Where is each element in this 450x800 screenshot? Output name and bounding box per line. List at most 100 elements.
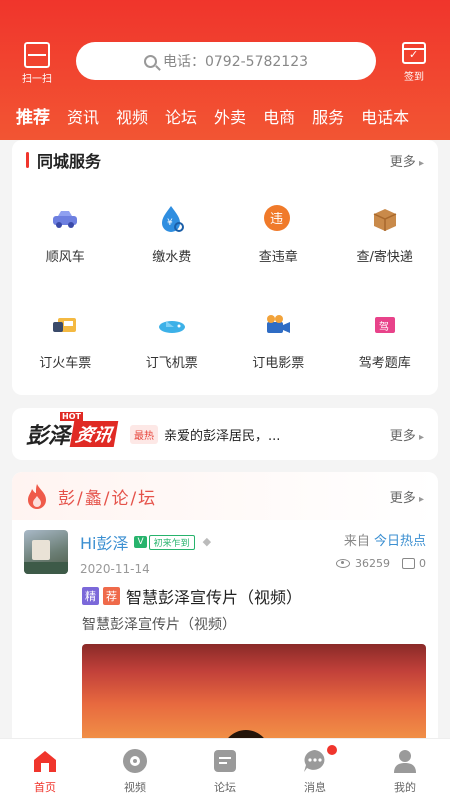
view-count: 36259 xyxy=(355,557,390,570)
checkin-label: 签到 xyxy=(404,72,424,83)
checkin-button[interactable]: 签到 xyxy=(392,42,436,83)
tabbar-label: 视频 xyxy=(124,781,146,794)
tabbar-video[interactable]: 视频 xyxy=(90,739,180,800)
scan-button[interactable]: 扫一扫 xyxy=(14,42,60,86)
tabbar-messages[interactable]: 消息 xyxy=(270,739,360,800)
service-water-bill[interactable]: ¥ 缴水费 xyxy=(119,180,226,286)
service-flight[interactable]: 订飞机票 xyxy=(119,286,226,392)
post-title[interactable]: 智慧彭泽宣传片（视频） xyxy=(126,584,302,608)
video-icon xyxy=(121,747,149,775)
forum-card: 彭/蠡/论/坛 更多 Hi彭泽 V 初来乍到 ◆ 2020-11-14 来自 今… xyxy=(12,472,438,742)
tabbar-label: 我的 xyxy=(394,781,416,794)
search-bar[interactable]: 电话：0792-5782123 xyxy=(76,42,376,80)
more-link[interactable]: 更多 xyxy=(390,151,424,170)
tabbar-profile[interactable]: 我的 xyxy=(360,739,450,800)
hottest-tag: 最热 xyxy=(130,424,159,444)
post-source: 来自 今日热点 xyxy=(336,530,426,549)
header: 扫一扫 电话：0792-5782123 签到 推荐 资讯 视频 论坛 外卖 电商… xyxy=(0,0,450,140)
service-express[interactable]: 查/寄快递 xyxy=(332,180,439,286)
more-link[interactable]: 更多 xyxy=(390,487,424,506)
svg-text:¥: ¥ xyxy=(167,218,173,228)
post-username[interactable]: Hi彭泽 xyxy=(80,530,128,554)
news-headline[interactable]: 亲爱的彭泽居民，... xyxy=(164,425,304,444)
forum-title: 彭/蠡/论/坛 xyxy=(58,488,158,509)
movie-camera-icon xyxy=(261,308,295,342)
tab-forum[interactable]: 论坛 xyxy=(165,100,197,136)
source-prefix: 来自 xyxy=(343,534,370,549)
tab-phonebook[interactable]: 电话本 xyxy=(361,100,409,136)
tab-services[interactable]: 服务 xyxy=(312,100,344,136)
comment-count: 0 xyxy=(419,557,426,570)
post-date: 2020-11-14 xyxy=(80,562,150,576)
plane-icon xyxy=(155,308,189,342)
train-icon xyxy=(48,308,82,342)
tabbar-label: 首页 xyxy=(34,781,56,794)
unread-badge xyxy=(326,745,337,755)
tab-ecommerce[interactable]: 电商 xyxy=(263,100,295,136)
calendar-check-icon xyxy=(402,42,426,64)
driving-book-icon: 驾 xyxy=(368,308,402,342)
tab-video[interactable]: 视频 xyxy=(116,100,148,136)
city-services-card: 同城服务 更多 顺风车 ¥ 缴水费 违 查违章 查/寄快递 xyxy=(12,140,438,395)
service-label: 订电影票 xyxy=(252,356,305,371)
search-icon xyxy=(143,54,157,68)
water-drop-icon: ¥ xyxy=(155,202,189,236)
service-label: 查/寄快递 xyxy=(356,250,413,265)
svg-text:违: 违 xyxy=(270,212,283,227)
tabbar-label: 论坛 xyxy=(214,781,236,794)
bottom-tab-bar: 首页 视频 论坛 消息 我的 xyxy=(0,738,450,800)
message-icon xyxy=(301,747,329,775)
post-excerpt: 智慧彭泽宣传片（视频） xyxy=(82,617,236,633)
comment-icon xyxy=(402,558,415,569)
service-label: 订飞机票 xyxy=(145,356,198,371)
forum-icon xyxy=(211,747,239,775)
search-placeholder: 电话：0792-5782123 xyxy=(162,54,309,70)
package-icon xyxy=(368,202,402,236)
service-label: 缴水费 xyxy=(152,250,192,265)
featured-tag: 精 xyxy=(82,587,99,605)
tab-recommend[interactable]: 推荐 xyxy=(16,100,50,136)
more-link[interactable]: 更多 xyxy=(390,425,424,444)
category-tabs: 推荐 资讯 视频 论坛 外卖 电商 服务 电话本 xyxy=(0,100,450,136)
section-accent-bar xyxy=(26,152,29,168)
verified-badge: V xyxy=(134,536,147,548)
tabbar-label: 消息 xyxy=(304,781,326,794)
news-logo-main: 彭泽 xyxy=(26,424,71,449)
scan-icon xyxy=(24,42,50,68)
car-icon xyxy=(48,202,82,236)
post-title-row[interactable]: 精 荐 智慧彭泽宣传片（视频） xyxy=(12,576,438,608)
violation-icon: 违 xyxy=(261,202,295,236)
service-train[interactable]: 订火车票 xyxy=(12,286,119,392)
post-header: Hi彭泽 V 初来乍到 ◆ 2020-11-14 来自 今日热点 36259 0 xyxy=(12,520,438,576)
tabbar-forum[interactable]: 论坛 xyxy=(180,739,270,800)
recommended-tag: 荐 xyxy=(103,587,120,605)
user-icon xyxy=(391,747,419,775)
diamond-icon: ◆ xyxy=(202,535,212,548)
news-ticker[interactable]: 彭泽 资讯 HOT 最热 亲爱的彭泽居民，... 更多 xyxy=(12,408,438,460)
service-label: 顺风车 xyxy=(45,250,85,265)
service-label: 订火车票 xyxy=(39,356,92,371)
service-driving-test[interactable]: 驾 驾考题库 xyxy=(332,286,439,392)
news-logo-sub: 资讯 xyxy=(69,421,119,447)
tab-news[interactable]: 资讯 xyxy=(67,100,99,136)
avatar[interactable] xyxy=(24,530,68,574)
hot-badge: HOT xyxy=(60,412,83,421)
home-icon xyxy=(31,747,59,775)
post-stats: 36259 0 xyxy=(336,557,426,570)
scan-label: 扫一扫 xyxy=(22,74,52,85)
service-movie[interactable]: 订电影票 xyxy=(225,286,332,392)
eye-icon xyxy=(336,559,350,568)
section-title: 同城服务 xyxy=(37,152,102,171)
tab-takeout[interactable]: 外卖 xyxy=(214,100,246,136)
service-label: 查违章 xyxy=(258,250,298,265)
tabbar-home[interactable]: 首页 xyxy=(0,739,90,800)
service-violation[interactable]: 违 查违章 xyxy=(225,180,332,286)
post-video-thumbnail[interactable] xyxy=(82,644,426,742)
source-link[interactable]: 今日热点 xyxy=(374,534,426,549)
flame-icon xyxy=(28,484,46,509)
level-badge: 初来乍到 xyxy=(148,534,195,550)
service-label: 驾考题库 xyxy=(358,356,411,371)
svg-text:驾: 驾 xyxy=(379,321,389,333)
news-logo: 彭泽 资讯 HOT xyxy=(26,412,119,450)
service-rideshare[interactable]: 顺风车 xyxy=(12,180,119,286)
